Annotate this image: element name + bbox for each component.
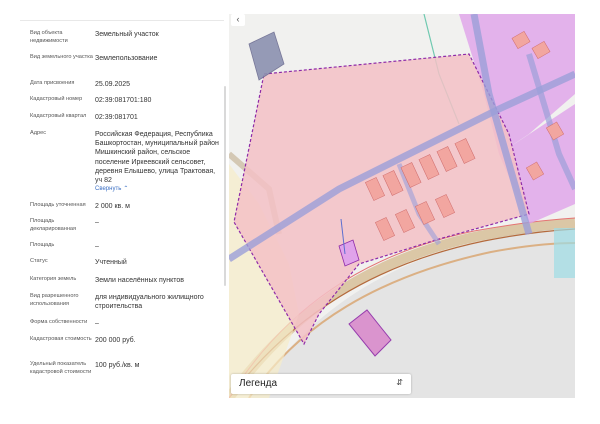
row-label: Площадь <box>30 242 55 248</box>
chevron-left-icon[interactable]: ‹ <box>231 14 245 26</box>
row-value: – <box>95 320 99 327</box>
row-value: Землепользование <box>95 55 158 62</box>
chevron-up-icon: ⌃ <box>123 186 129 192</box>
legend-select[interactable]: Легенда ⇵ <box>231 374 411 394</box>
row-label: Дата присвоения <box>30 80 75 86</box>
row-value: – <box>95 243 99 250</box>
row-value: для индивидуального жилищного строительс… <box>95 294 204 311</box>
panel-scrollbar[interactable] <box>224 86 226 286</box>
row-label: Вид объекта недвижимости <box>30 30 68 44</box>
row-value: Земли населённых пунктов <box>95 277 185 284</box>
cadastral-map[interactable]: ‹ Легенда ⇵ <box>229 14 575 398</box>
row-value: 200 000 руб. <box>95 337 136 344</box>
row-label: Вид земельного участка <box>30 54 93 60</box>
water-body <box>554 228 575 278</box>
row-value: Учтенный <box>95 259 127 266</box>
legend-label: Легенда <box>239 378 278 389</box>
collapse-address-link[interactable]: Свернуть ⌃ <box>95 185 221 194</box>
row-value: 02:39:081701 <box>95 114 138 121</box>
row-value: 2 000 кв. м <box>95 203 130 210</box>
row-value: Российская Федерация, Республика Башкорт… <box>95 131 219 185</box>
row-label: Кадастровая стоимость <box>30 336 92 342</box>
row-label: Площадь уточненная <box>30 202 86 208</box>
row-value: 02:39:081701:180 <box>95 97 152 104</box>
row-label: Кадастровый квартал <box>30 113 87 119</box>
collapse-label[interactable]: Свернуть <box>95 186 121 192</box>
row-label: Адрес <box>30 130 47 136</box>
property-info-panel: Вид объекта недвижимости Земельный участ… <box>20 14 224 398</box>
row-label: Статус <box>30 258 48 264</box>
row-label: Удельный показатель кадастровой стоимост… <box>30 361 92 375</box>
divider <box>20 20 224 21</box>
sort-updown-icon: ⇵ <box>396 378 403 387</box>
map-canvas[interactable] <box>229 14 575 398</box>
row-label: Вид разрешенного использования <box>30 293 79 307</box>
row-label: Форма собственности <box>30 319 88 325</box>
row-label: Кадастровый номер <box>30 96 83 102</box>
row-value: – <box>95 219 99 226</box>
row-value: Земельный участок <box>95 31 159 38</box>
row-label: Площадь декларированная <box>30 218 77 232</box>
row-value: 100 руб./кв. м <box>95 362 140 369</box>
row-label: Категория земель <box>30 276 77 282</box>
row-value: 25.09.2025 <box>95 81 131 88</box>
